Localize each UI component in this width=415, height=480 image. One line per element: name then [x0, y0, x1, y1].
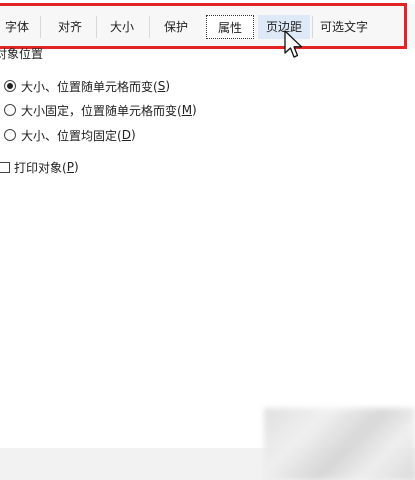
- option-label-suffix: ): [130, 128, 136, 142]
- option-label: 大小固定，位置随单元格而变(: [21, 103, 182, 118]
- tab-font[interactable]: 字体: [0, 15, 34, 39]
- print-object-label: 打印对象(: [14, 160, 67, 175]
- print-object-checkbox[interactable]: [0, 161, 10, 173]
- option-move-dont-size[interactable]: 大小固定，位置随单元格而变(M): [4, 101, 197, 119]
- option-label-suffix: ): [192, 103, 197, 117]
- tab-divider: [40, 16, 41, 38]
- radio-button[interactable]: [4, 104, 16, 116]
- print-object-label-suffix: ): [73, 160, 79, 174]
- option-shortcut-key: M: [181, 103, 193, 117]
- option-label-suffix: ): [165, 79, 170, 93]
- option-dont-move-or-size[interactable]: 大小、位置均固定(D): [4, 126, 136, 144]
- print-object-option[interactable]: 打印对象(P): [0, 158, 79, 176]
- section-title: 对象位置: [0, 47, 44, 61]
- arrow-pointer-icon: [284, 30, 303, 58]
- watermark: [264, 408, 415, 480]
- option-label: 大小、位置均固定(: [21, 128, 122, 143]
- option-label: 大小、位置随单元格而变(: [21, 79, 158, 94]
- print-object-shortcut-key: P: [66, 160, 74, 174]
- tab-size[interactable]: 大小: [97, 15, 147, 39]
- option-move-and-size[interactable]: 大小、位置随单元格而变(S): [4, 77, 170, 95]
- tab-properties[interactable]: 属性: [206, 15, 254, 39]
- tab-protection[interactable]: 保护: [150, 15, 202, 39]
- option-shortcut-key: S: [157, 79, 166, 93]
- tab-alignment[interactable]: 对齐: [44, 15, 96, 39]
- tab-alt-text[interactable]: 可选文字: [313, 15, 375, 39]
- radio-button[interactable]: [4, 129, 16, 141]
- tab-strip: 字体 对齐 大小 保护 属性 页边距 可选文字: [0, 4, 415, 48]
- radio-button-checked[interactable]: [4, 80, 16, 92]
- option-shortcut-key: D: [121, 128, 131, 142]
